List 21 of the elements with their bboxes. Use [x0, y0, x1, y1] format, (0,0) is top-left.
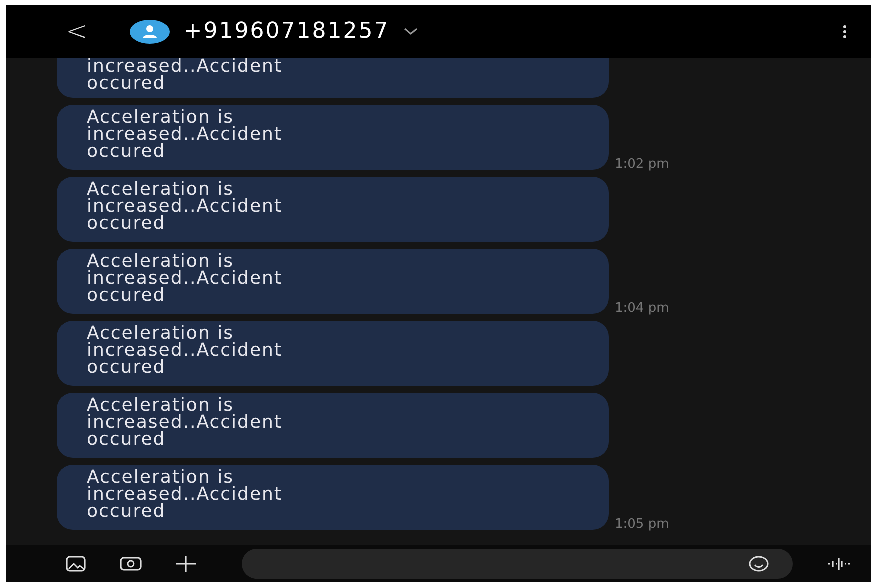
message-text: Acceleration is increased..Accident occured	[87, 109, 284, 160]
more-icon[interactable]	[843, 24, 847, 38]
message-time: 1:04 pm	[615, 301, 670, 316]
camera-icon[interactable]	[120, 556, 142, 572]
message-text: Acceleration is increased..Accident occured	[87, 325, 284, 376]
message-text: Acceleration is increased..Accident occured	[87, 469, 284, 520]
chevron-down-icon[interactable]	[404, 28, 418, 36]
image-icon[interactable]	[66, 556, 86, 572]
back-button[interactable]: <	[66, 16, 88, 46]
plus-icon[interactable]	[176, 554, 196, 574]
emoji-icon[interactable]	[749, 556, 769, 572]
message-text: Acceleration is increased..Accident occured	[87, 181, 284, 232]
contact-number[interactable]: +919607181257	[184, 19, 390, 44]
message-input-field[interactable]	[242, 548, 793, 578]
message-text: increased..Accident occured	[87, 58, 284, 92]
message-text: Acceleration is increased..Accident occured	[87, 253, 284, 304]
avatar-icon	[130, 20, 170, 44]
message-time: 1:02 pm	[615, 157, 670, 172]
message-text: Acceleration is increased..Accident occured	[87, 397, 284, 448]
message-time: 1:05 pm	[615, 517, 670, 532]
voice-icon[interactable]	[827, 556, 851, 570]
